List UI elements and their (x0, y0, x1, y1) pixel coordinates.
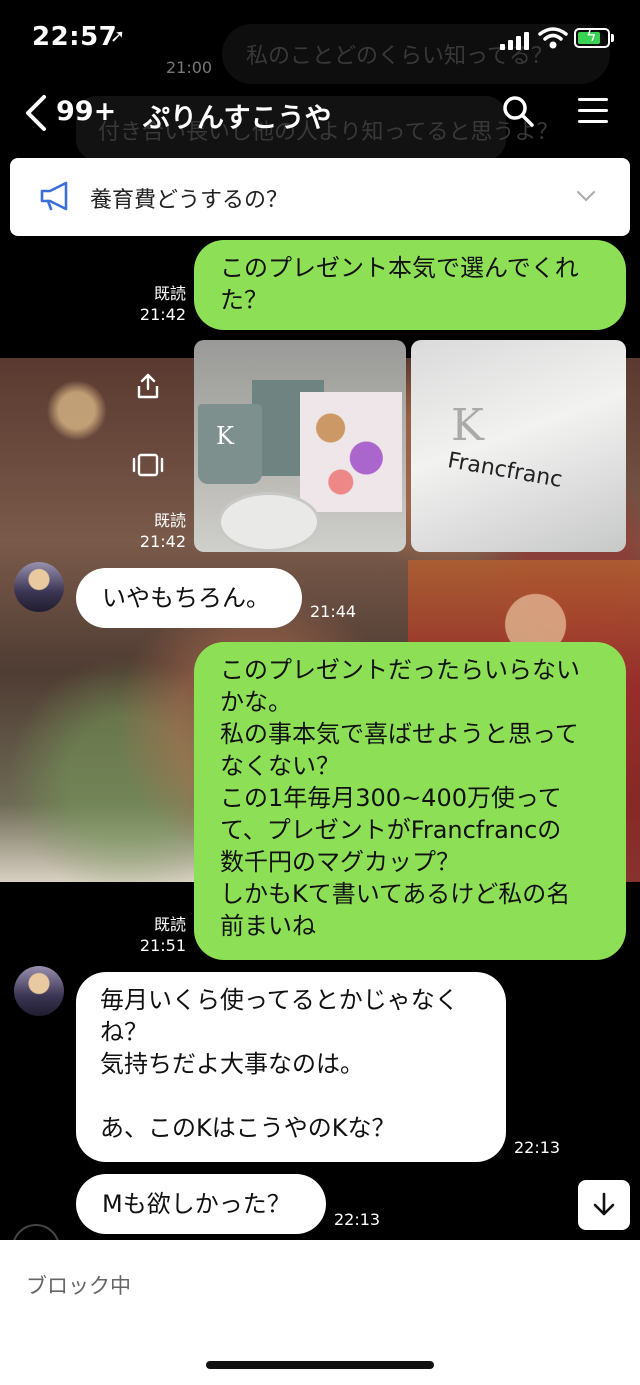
announcement-banner[interactable]: 養育費どうするの？ (10, 158, 630, 236)
message-line: このプレゼントだったらいらない (220, 656, 580, 684)
bag-brand: Francfranc (445, 448, 565, 493)
message-meta: 既読 21:51 (120, 914, 186, 956)
coaster (218, 492, 320, 552)
message-line: この1年毎月300~400万使って (220, 784, 562, 812)
message-line: 数千円のマグカップ？ (220, 848, 460, 876)
battery-tip (611, 34, 614, 42)
message-line: しかもKて書いてあるけど私の名 (220, 880, 571, 908)
floral-towel (300, 392, 402, 512)
back-chevron-icon[interactable] (22, 94, 48, 132)
wifi-icon (538, 27, 568, 49)
status-time: 22:57 (32, 22, 118, 52)
read-receipt: 既読 (153, 284, 186, 303)
message-meta: 既読 21:42 (120, 510, 186, 552)
scroll-down-button[interactable] (578, 1180, 630, 1230)
message-line: かな。 (220, 688, 292, 716)
share-icon[interactable] (134, 372, 162, 400)
battery-icon: ϟ (574, 26, 610, 48)
photo-thumbnail-gifts[interactable]: K (194, 340, 406, 552)
location-arrow-icon: ➚ (110, 26, 126, 47)
message-line: ね？ (100, 1018, 148, 1046)
message-line: Mも欲しかった？ (102, 1190, 291, 1218)
message-bubble-incoming[interactable]: 毎月いくら使ってるとかじゃなく ね？ 気持ちだよ大事なのは。 あ、このKはこうや… (76, 972, 506, 1162)
mug: K (198, 404, 262, 484)
message-time: 21:42 (139, 305, 186, 324)
message-bubble-incoming[interactable]: いやもちろん。 (76, 568, 302, 628)
read-receipt: 既読 (153, 915, 186, 934)
message-line: なくない？ (220, 752, 340, 780)
message-time: 21:51 (139, 936, 186, 955)
chat-title[interactable]: ぷりんすこうや (143, 96, 331, 135)
read-receipt: 既読 (153, 511, 186, 530)
mug-letter: K (216, 422, 234, 450)
frame-icon[interactable] (132, 452, 164, 478)
message-line: 気持ちだよ大事なのは。 (100, 1050, 364, 1078)
announcement-text: 養育費どうするの？ (90, 188, 289, 213)
message-time: 22:13 (334, 1210, 381, 1229)
message-time: 21:42 (139, 532, 186, 551)
message-line: 毎月いくら使ってるとかじゃなく (100, 986, 459, 1014)
bag-letter: K (451, 400, 484, 451)
message-line: て、プレゼントがFrancfrancの (220, 816, 562, 844)
message-line (100, 1080, 482, 1112)
message-line: いやもちろん。 (102, 584, 270, 612)
ghost-message-time: 21:00 (166, 58, 213, 77)
search-icon[interactable] (502, 95, 534, 127)
signal-icon (500, 30, 532, 50)
message-line: 前まいね (220, 912, 316, 940)
scroll-down-icon (593, 1192, 615, 1216)
megaphone-icon (40, 181, 68, 211)
photo-thumbnail-bag[interactable]: K Francfranc (411, 340, 626, 552)
message-time: 21:44 (310, 602, 357, 621)
home-indicator[interactable] (206, 1361, 434, 1369)
menu-icon[interactable] (578, 98, 608, 124)
message-bubble-outgoing[interactable]: このプレゼント本気で選んでくれ た？ (194, 240, 626, 330)
message-line: 私の事本気で喜ばせようと思って (220, 720, 579, 748)
blocked-status-text: ブロック中 (26, 1274, 131, 1298)
avatar[interactable] (14, 562, 64, 612)
message-bubble-outgoing[interactable]: このプレゼントだったらいらない かな。 私の事本気で喜ばせようと思って なくない… (194, 642, 626, 960)
message-line: このプレゼント本気で選んでくれ (220, 254, 579, 282)
message-line: あ、このKはこうやのKな？ (100, 1114, 396, 1142)
avatar[interactable] (14, 966, 64, 1016)
back-unread-count[interactable]: 99+ (56, 96, 116, 127)
message-bubble-incoming[interactable]: Mも欲しかった？ (76, 1174, 326, 1234)
message-time: 22:13 (514, 1138, 561, 1157)
message-line: た？ (220, 286, 268, 314)
message-meta: 既読 21:42 (120, 283, 186, 325)
chevron-down-icon[interactable] (576, 186, 596, 206)
